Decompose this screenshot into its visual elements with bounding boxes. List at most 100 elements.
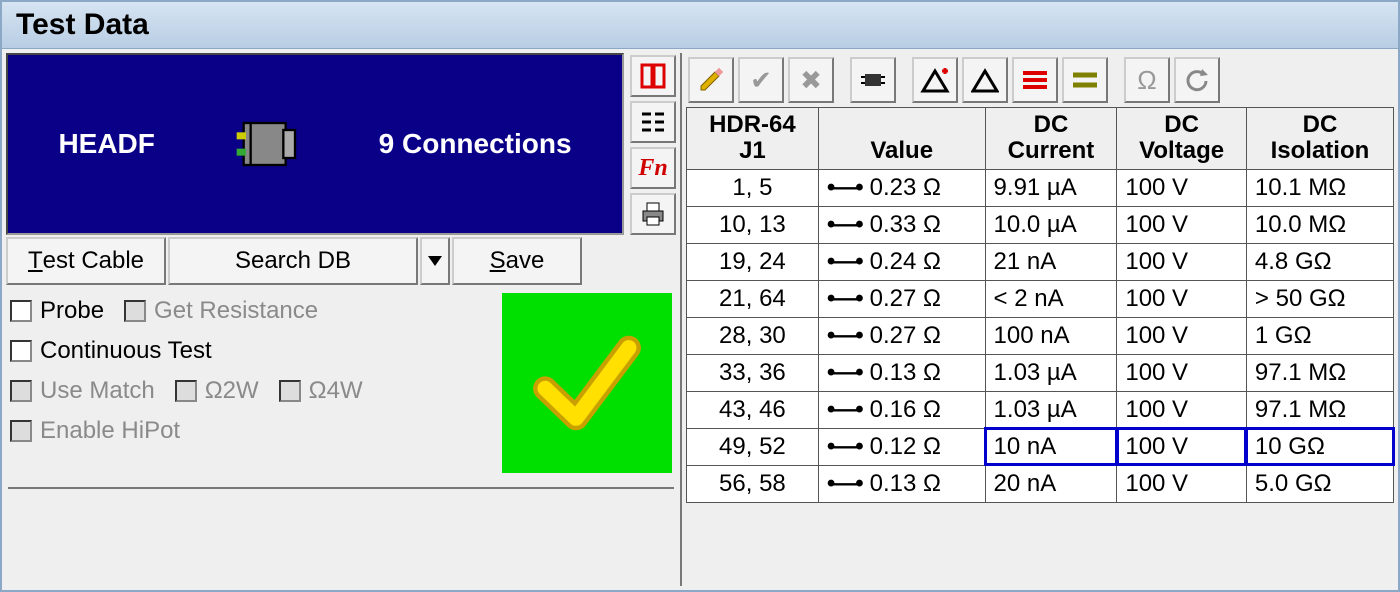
cell-voltage: 100 V [1117, 243, 1247, 280]
table-row[interactable]: 56, 58•—•0.13 Ω20 nA100 V5.0 GΩ [687, 465, 1394, 502]
cell-isolation: 10 GΩ [1246, 428, 1393, 465]
ohm-button[interactable]: Ω [1124, 57, 1170, 103]
resistance-icon: •—• [827, 211, 862, 238]
table-row[interactable]: 19, 24•—•0.24 Ω21 nA100 V4.8 GΩ [687, 243, 1394, 280]
omega-icon: Ω [1137, 65, 1156, 96]
button-row: Test Cable Search DB Save [6, 237, 676, 285]
use-match-checkbox [10, 380, 32, 402]
test-cable-button[interactable]: Test Cable [6, 237, 166, 285]
window: Test Data HEADF 9 Connections [0, 0, 1400, 592]
ohm4w-checkbox [279, 380, 301, 402]
lines-olive-button[interactable] [1062, 57, 1108, 103]
ohm4w-row: Ω4W [279, 377, 363, 405]
cell-value: •—•0.23 Ω [818, 169, 985, 206]
delta-plus-button[interactable] [912, 57, 958, 103]
cell-value: •—•0.24 Ω [818, 243, 985, 280]
get-resistance-label: Get Resistance [154, 297, 318, 325]
delta-button[interactable] [962, 57, 1008, 103]
side-toolbar: Fn [630, 53, 676, 235]
resistance-icon: •—• [827, 285, 862, 312]
search-db-button[interactable]: Search DB [168, 237, 418, 285]
lines-red-button[interactable] [1012, 57, 1058, 103]
table-row[interactable]: 21, 64•—•0.27 Ω< 2 nA100 V> 50 GΩ [687, 280, 1394, 317]
confirm-button[interactable]: ✔ [738, 57, 784, 103]
resistance-icon: •—• [827, 359, 862, 386]
enable-hipot-label: Enable HiPot [40, 417, 180, 445]
ohm4w-label: Ω4W [309, 377, 363, 405]
table-row[interactable]: 33, 36•—•0.13 Ω1.03 µA100 V97.1 MΩ [687, 354, 1394, 391]
cell-isolation: 5.0 GΩ [1246, 465, 1393, 502]
delta-icon [971, 67, 999, 93]
connector-icon [232, 109, 302, 179]
get-resistance-row: Get Resistance [124, 297, 318, 325]
table-body: 1, 5•—•0.23 Ω9.91 µA100 V10.1 MΩ10, 13•—… [687, 169, 1394, 502]
continuous-test-row: Continuous Test [10, 337, 488, 365]
cell-isolation: 97.1 MΩ [1246, 391, 1393, 428]
col-current: DCCurrent [985, 108, 1117, 170]
cell-current: < 2 nA [985, 280, 1117, 317]
cell-current: 1.03 µA [985, 391, 1117, 428]
col-pins: HDR-64J1 [687, 108, 819, 170]
left-pane: HEADF 9 Connections [6, 53, 676, 586]
save-button[interactable]: Save [452, 237, 582, 285]
component-button[interactable] [850, 57, 896, 103]
save-mnemonic: S [490, 247, 506, 275]
cell-pins: 19, 24 [687, 243, 819, 280]
resistance-icon: •—• [827, 248, 862, 275]
cell-pins: 28, 30 [687, 317, 819, 354]
cell-pins: 33, 36 [687, 354, 819, 391]
resistance-icon: •—• [827, 174, 862, 201]
refresh-button[interactable] [1174, 57, 1220, 103]
table-row[interactable]: 28, 30•—•0.27 Ω100 nA100 V1 GΩ [687, 317, 1394, 354]
connector-row: HEADF 9 Connections [6, 53, 676, 235]
search-db-dropdown[interactable] [420, 237, 450, 285]
cell-pins: 10, 13 [687, 206, 819, 243]
options-area: Probe Get Resistance Continuous Test [6, 287, 676, 479]
cell-voltage: 100 V [1117, 206, 1247, 243]
fn-button[interactable]: Fn [630, 147, 676, 189]
probe-checkbox[interactable] [10, 300, 32, 322]
check-icon: ✔ [750, 65, 772, 96]
status-pass-box [502, 293, 672, 473]
cell-current: 1.03 µA [985, 354, 1117, 391]
enable-hipot-row: Enable HiPot [10, 417, 488, 445]
search-db-label: Search DB [235, 247, 351, 275]
cell-current: 100 nA [985, 317, 1117, 354]
cell-value: •—•0.27 Ω [818, 280, 985, 317]
enable-hipot-checkbox [10, 420, 32, 442]
content-area: HEADF 9 Connections [2, 49, 1398, 590]
pass-checkmark-icon [532, 328, 642, 438]
resistance-icon: •—• [827, 322, 862, 349]
cancel-button[interactable]: ✖ [788, 57, 834, 103]
table-row[interactable]: 10, 13•—•0.33 Ω10.0 µA100 V10.0 MΩ [687, 206, 1394, 243]
chevron-down-icon [428, 256, 442, 266]
table-row[interactable]: 1, 5•—•0.23 Ω9.91 µA100 V10.1 MΩ [687, 169, 1394, 206]
cell-voltage: 100 V [1117, 280, 1247, 317]
cell-isolation: 4.8 GΩ [1246, 243, 1393, 280]
ohm2w-row: Ω2W [175, 377, 259, 405]
refresh-icon [1184, 67, 1210, 93]
use-match-row: Use Match [10, 377, 155, 405]
results-table: HDR-64J1 Value DCCurrent DCVoltage DCIso… [686, 107, 1394, 503]
connector-banner: HEADF 9 Connections [6, 53, 624, 235]
cell-pins: 43, 46 [687, 391, 819, 428]
cell-value: •—•0.13 Ω [818, 465, 985, 502]
cell-current: 10 nA [985, 428, 1117, 465]
table-row[interactable]: 49, 52•—•0.12 Ω10 nA100 V10 GΩ [687, 428, 1394, 465]
right-pane: ✔ ✖ Ω [680, 53, 1394, 586]
delta-plus-icon [920, 67, 950, 93]
resistance-icon: •—• [827, 433, 862, 460]
options-col: Probe Get Resistance Continuous Test [10, 293, 488, 473]
edit-button[interactable] [688, 57, 734, 103]
print-button[interactable] [630, 193, 676, 235]
test-cable-mnemonic: T [28, 247, 43, 275]
cell-isolation: 10.0 MΩ [1246, 206, 1393, 243]
x-icon: ✖ [800, 65, 822, 96]
window-title: Test Data [16, 8, 149, 41]
continuous-test-checkbox[interactable] [10, 340, 32, 362]
resistance-icon: •—• [827, 470, 862, 497]
compare-button[interactable] [630, 55, 676, 97]
table-row[interactable]: 43, 46•—•0.16 Ω1.03 µA100 V97.1 MΩ [687, 391, 1394, 428]
list-button[interactable] [630, 101, 676, 143]
cell-value: •—•0.27 Ω [818, 317, 985, 354]
